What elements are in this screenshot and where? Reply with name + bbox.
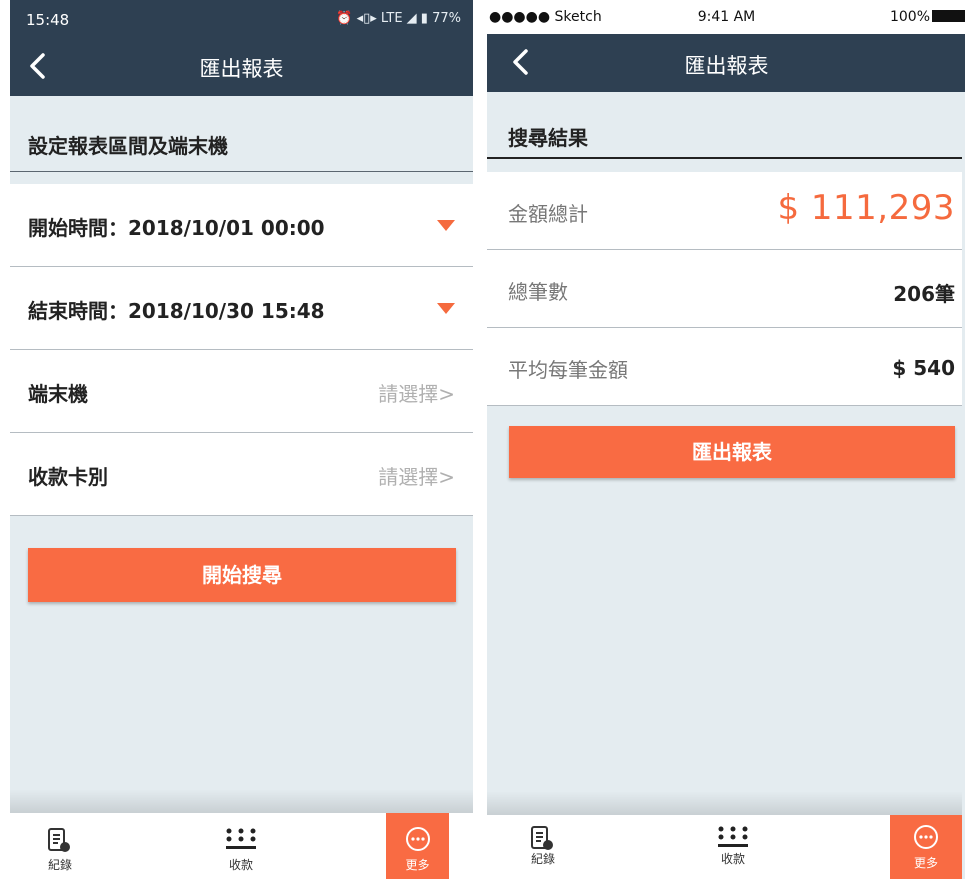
- start-time-row[interactable]: 開始時間：2018/10/01 00:00: [10, 184, 473, 267]
- end-time-row[interactable]: 結束時間：2018/10/30 15:48: [10, 267, 473, 350]
- tab-records-label: 紀錄: [47, 858, 72, 872]
- tab-payment-label: 收款: [228, 858, 253, 872]
- total-amount-row: 金額總計 $ 111,293: [487, 172, 962, 250]
- end-time-field: 結束時間：2018/10/30 15:48: [28, 295, 325, 324]
- section-title: 設定報表區間及端末機: [28, 134, 228, 158]
- total-amount-value: $ 111,293: [777, 188, 955, 228]
- start-search-button[interactable]: 開始搜尋: [28, 548, 456, 602]
- bottom-tab-bar: 紀錄 收款 更多: [10, 813, 473, 879]
- terminal-row[interactable]: 端末機 請選擇>: [10, 350, 473, 433]
- page-title: 匯出報表: [684, 54, 769, 78]
- average-amount-label: 平均每筆金額: [508, 358, 628, 382]
- end-time-value: 2018/10/30 15:48: [128, 299, 325, 323]
- transaction-count-row: 總筆數 206筆: [487, 250, 962, 328]
- tab-more[interactable]: 更多: [386, 813, 449, 879]
- section-title: 搜尋結果: [508, 126, 588, 150]
- start-time-field: 開始時間：2018/10/01 00:00: [28, 212, 325, 241]
- battery-percent: 100%: [889, 9, 930, 25]
- card-type-row[interactable]: 收款卡別 請選擇>: [10, 433, 473, 516]
- status-bar: 15:48 ⏰ ◂▯▸ LTE ◢ ▮ 77%: [10, 0, 473, 38]
- more-icon: [405, 827, 430, 851]
- tab-payment[interactable]: 收款: [683, 815, 783, 879]
- tab-more-label: 更多: [405, 858, 430, 872]
- average-amount-value: $ 540: [892, 356, 955, 380]
- tab-more-label: 更多: [913, 856, 938, 870]
- transaction-count-value: 206筆: [893, 282, 955, 306]
- export-report-button[interactable]: 匯出報表: [509, 426, 955, 478]
- receipt-icon: [531, 826, 553, 850]
- ios-screen: ●●●●● Sketch 9:41 AM 100% 匯出報表 搜尋結果 金額總計…: [487, 0, 965, 879]
- divider: [487, 157, 962, 159]
- status-time: 15:48: [26, 11, 70, 29]
- tab-payment-label: 收款: [720, 852, 745, 866]
- card-type-label: 收款卡別: [28, 465, 108, 489]
- section-header: 搜尋結果: [487, 92, 965, 159]
- section-header: 設定報表區間及端末機: [10, 96, 473, 172]
- dropdown-arrow-icon[interactable]: [437, 220, 455, 231]
- divider: [10, 171, 473, 172]
- terminal-select[interactable]: 請選擇>: [378, 378, 455, 407]
- more-icon: [914, 825, 938, 849]
- status-indicators: ⏰ ◂▯▸ LTE ◢ ▮ 77%: [336, 11, 461, 26]
- start-time-label: 開始時間：: [28, 216, 128, 240]
- battery-icon: [932, 10, 965, 22]
- app-header: 匯出報表: [487, 34, 965, 92]
- app-header: 匯出報表: [10, 38, 473, 96]
- tab-payment[interactable]: 收款: [191, 813, 291, 879]
- keypad-icon: [226, 828, 256, 849]
- keypad-icon: [718, 826, 748, 847]
- start-time-value: 2018/10/01 00:00: [128, 216, 325, 240]
- total-amount-label: 金額總計: [508, 202, 588, 226]
- dropdown-arrow-icon[interactable]: [437, 303, 455, 314]
- tab-records-label: 紀錄: [530, 852, 555, 866]
- card-type-select[interactable]: 請選擇>: [378, 461, 455, 490]
- end-time-label: 結束時間：: [28, 299, 128, 323]
- page-title: 匯出報表: [199, 57, 284, 81]
- status-bar: ●●●●● Sketch 9:41 AM 100%: [487, 0, 965, 34]
- transaction-count-label: 總筆數: [508, 280, 568, 304]
- tab-more[interactable]: 更多: [890, 815, 962, 879]
- status-battery: 100%: [890, 9, 965, 25]
- bottom-tab-bar: 紀錄 收款 更多: [487, 815, 962, 879]
- terminal-label: 端末機: [28, 382, 88, 406]
- receipt-icon: [48, 828, 70, 852]
- tabbar-shadow: [487, 791, 962, 815]
- average-amount-row: 平均每筆金額 $ 540: [487, 328, 962, 406]
- tabbar-shadow: [10, 789, 473, 813]
- tab-records[interactable]: 紀錄: [10, 813, 110, 879]
- android-screen: 15:48 ⏰ ◂▯▸ LTE ◢ ▮ 77% 匯出報表 設定報表區間及端末機 …: [10, 0, 473, 879]
- tab-records[interactable]: 紀錄: [493, 815, 593, 879]
